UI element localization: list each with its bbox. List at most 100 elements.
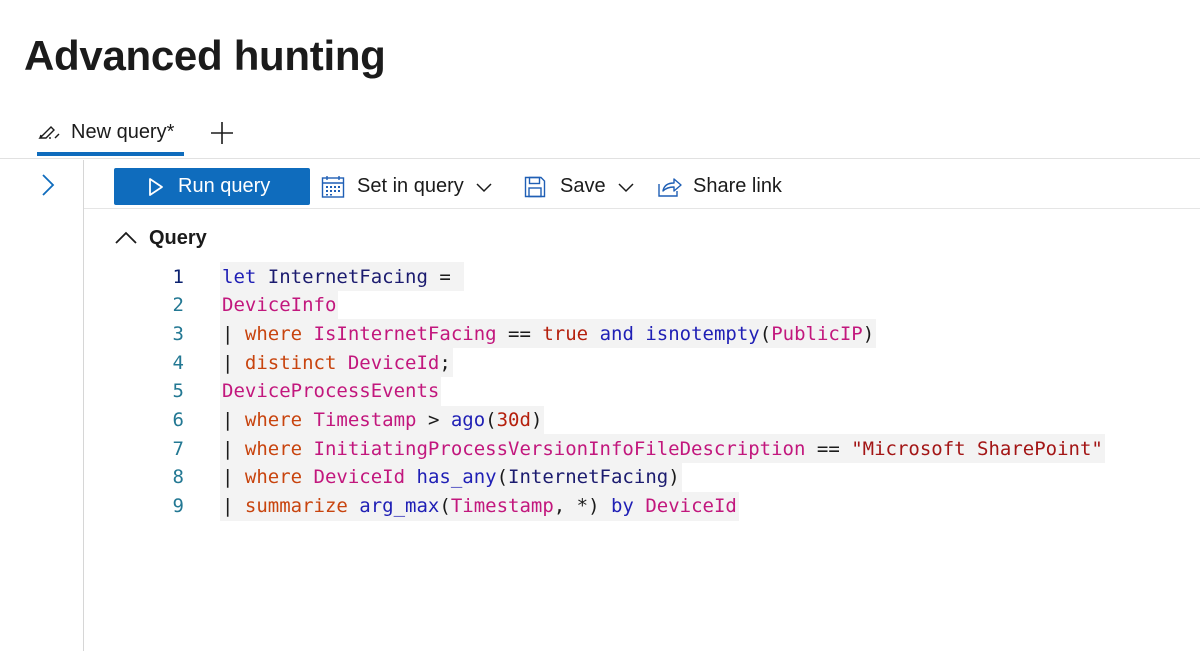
query-section-toggle[interactable]: Query — [115, 224, 207, 252]
code-line: 1 let InternetFacing = — [140, 262, 1200, 291]
save-label: Save — [560, 175, 606, 197]
code-line: 7 | where InitiatingProcessVersionInfoFil… — [140, 434, 1200, 464]
code-text: | summarize arg_max(Timestamp, *) by Dev… — [222, 495, 737, 517]
code-token: and — [599, 322, 634, 345]
query-toolbar: Run query Set in query Save Share link — [84, 160, 1200, 209]
line-number: 1 — [172, 265, 184, 288]
side-panel-divider — [83, 160, 84, 651]
code-token: InternetFacing — [267, 265, 428, 288]
code-token: DeviceId — [645, 495, 737, 518]
code-token: ( — [759, 322, 772, 345]
plus-icon — [211, 122, 233, 144]
code-token: DeviceInfo — [222, 294, 337, 317]
code-line: 3 | where IsInternetFacing == true and is… — [140, 319, 1200, 349]
edit-query-icon — [37, 123, 61, 141]
code-token: distinct — [244, 351, 337, 374]
line-number: 5 — [172, 380, 184, 403]
share-link-button[interactable]: Share link — [656, 168, 782, 205]
code-token: DeviceId — [313, 466, 406, 489]
share-link-label: Share link — [693, 175, 782, 197]
code-token: Timestamp — [313, 409, 417, 431]
query-tab-bar: New query* — [0, 112, 1200, 159]
line-number: 8 — [172, 466, 184, 489]
code-text: | where InitiatingProcessVersionInfoFile… — [222, 438, 1103, 460]
code-token: 30d — [496, 409, 531, 431]
code-text: DeviceProcessEvents — [222, 380, 439, 402]
code-token: let — [222, 265, 257, 288]
line-number: 2 — [172, 294, 184, 317]
code-text: | distinct DeviceId; — [222, 352, 451, 374]
code-token: ( — [439, 495, 451, 518]
code-token: = — [427, 265, 463, 288]
calendar-icon — [321, 175, 345, 198]
code-token: PublicIP — [771, 322, 863, 345]
code-token: "Microsoft SharePoint" — [851, 437, 1103, 460]
play-icon — [149, 177, 163, 196]
code-text: | where DeviceId has_any(InternetFacing) — [222, 466, 680, 488]
code-token: | — [222, 437, 245, 460]
code-token: , *) — [553, 495, 611, 518]
tab-new-query[interactable]: New query* — [37, 112, 184, 156]
add-tab-button[interactable] — [209, 120, 235, 146]
code-token: | — [222, 351, 245, 374]
code-token: | — [222, 322, 245, 345]
share-icon — [658, 177, 682, 197]
code-token: ) — [530, 409, 543, 431]
code-token: | — [222, 466, 245, 489]
code-token: == — [496, 322, 543, 345]
chevron-down-icon — [618, 182, 634, 192]
code-token: by — [610, 495, 634, 518]
code-line: 9 | summarize arg_max(Timestamp, *) by De… — [140, 491, 1200, 521]
code-token: InitiatingProcessVersionInfoFileDescript… — [313, 437, 806, 460]
code-token: IsInternetFacing — [313, 322, 497, 345]
page-title: Advanced hunting — [24, 32, 386, 79]
code-token: true — [542, 322, 589, 345]
query-editor[interactable]: 1 let InternetFacing = 2 DeviceInfo 3 | wher… — [140, 262, 1200, 542]
code-line: 2 DeviceInfo — [140, 290, 1200, 320]
code-token: where — [244, 466, 303, 489]
code-text: | where Timestamp > ago(30d) — [222, 409, 542, 431]
code-token: > — [416, 409, 451, 431]
code-token: has_any — [416, 466, 497, 489]
chevron-up-icon — [115, 231, 137, 244]
line-number: 3 — [172, 322, 184, 345]
chevron-down-icon — [476, 182, 492, 192]
code-line: 4 | distinct DeviceId; — [140, 348, 1200, 378]
save-button[interactable]: Save — [524, 168, 634, 205]
run-query-label: Run query — [178, 175, 271, 197]
line-number: 4 — [172, 351, 184, 374]
code-token: | — [222, 409, 245, 431]
code-token: arg_max — [359, 495, 440, 518]
run-query-button[interactable]: Run query — [114, 168, 310, 205]
code-token: summarize — [244, 495, 348, 518]
set-in-query-button[interactable]: Set in query — [321, 168, 492, 205]
chevron-right-icon — [42, 174, 55, 196]
code-token: isnotempty — [645, 322, 760, 345]
line-number: 7 — [172, 437, 184, 460]
code-token: ( — [496, 466, 509, 489]
code-token: == — [805, 437, 852, 460]
line-number: 6 — [172, 409, 184, 431]
code-token: ; — [439, 351, 451, 374]
code-text: DeviceInfo — [222, 294, 336, 316]
code-token: DeviceProcessEvents — [222, 380, 440, 403]
code-token: where — [244, 322, 303, 345]
save-icon — [524, 176, 546, 197]
code-text: let InternetFacing = — [222, 266, 462, 288]
code-token: | — [222, 495, 245, 518]
code-token: InternetFacing — [508, 466, 669, 489]
code-line: 5 DeviceProcessEvents — [140, 376, 1200, 406]
code-token: ) — [668, 466, 680, 489]
expand-side-panel-button[interactable] — [38, 172, 58, 198]
code-token: where — [244, 437, 303, 460]
